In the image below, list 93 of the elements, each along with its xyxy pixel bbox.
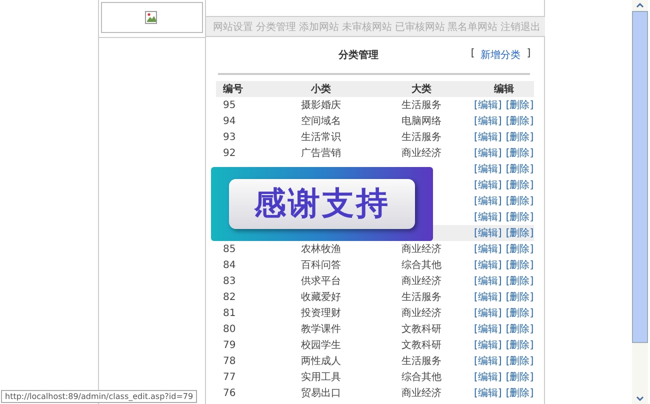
table-cell-text: 80 [222,324,237,334]
edit-link[interactable]: [编辑] [474,338,502,352]
edit-link[interactable]: [编辑] [474,370,502,384]
table-cell-text: 93 [222,132,237,142]
delete-link[interactable]: [删除] [506,274,534,288]
table-cell-text: 79 [222,340,237,350]
scroll-up-icon[interactable] [636,3,644,8]
edit-link[interactable]: [编辑] [474,226,502,240]
table-cell-text: 文教科研 [400,338,442,352]
table-cell-text: 广告营销 [300,146,342,160]
table-cell-text: 空间域名 [300,114,342,128]
edit-link[interactable]: [编辑] [474,146,502,160]
table-cell-text: 生活服务 [400,98,442,112]
edit-link[interactable]: [编辑] [474,130,502,144]
delete-link[interactable]: [删除] [506,370,534,384]
table-cell-text: 电脑网络 [400,114,442,128]
delete-link[interactable]: [删除] [506,242,534,256]
table-cell-text: 综合其他 [400,258,442,272]
table-cell-text: 两性成人 [300,354,342,368]
table-cell-text: 供求平台 [300,274,342,288]
table-cell-text: 94 [222,116,237,126]
edit-link[interactable]: [编辑] [474,258,502,272]
table-cell-text: 92 [222,148,237,158]
table-cell-text: 文教科研 [400,322,442,336]
table-cell-text: 百科问答 [300,258,342,272]
banner-text: 感谢支持 [229,179,415,229]
table-cell-text: 商业经济 [400,274,442,288]
edit-link[interactable]: [编辑] [474,322,502,336]
edit-link[interactable]: [编辑] [474,274,502,288]
delete-link[interactable]: [删除] [506,322,534,336]
table-cell-text: 81 [222,308,237,318]
edit-link[interactable]: [编辑] [474,290,502,304]
edit-link[interactable]: [编辑] [474,162,502,176]
table-cell-text: 商业经济 [400,386,442,400]
table-cell-text: 校园学生 [300,338,342,352]
delete-link[interactable]: [删除] [506,290,534,304]
table-cell-text: 教学课件 [300,323,342,336]
column-header: 小类 [310,82,332,96]
edit-link[interactable]: [编辑] [474,194,502,208]
table-cell-text: 生活服务 [400,290,442,304]
delete-link[interactable]: [删除] [506,114,534,128]
delete-link[interactable]: [删除] [506,386,534,400]
delete-link[interactable]: [删除] [506,210,534,224]
table-cell-text: 实用工具 [300,370,342,384]
delete-link[interactable]: [删除] [506,194,534,208]
table-cell-text: 农林牧渔 [300,242,342,256]
page-title: 分类管理 [337,48,380,62]
edit-link[interactable]: [编辑] [474,98,502,112]
delete-link[interactable]: [删除] [506,306,534,320]
delete-link[interactable]: [删除] [506,162,534,176]
table-cell-text: 商业经济 [400,146,442,160]
scroll-down-icon[interactable] [636,396,644,401]
column-header: 编辑 [492,82,515,96]
status-url: http://localhost:89/admin/class_edit.asp?id=79 [1,390,198,403]
edit-link[interactable]: [编辑] [474,306,502,320]
table-cell-text: 82 [222,292,237,302]
table-cell-text: 生活服务 [400,130,442,144]
table-cell-text: 投资理财 [300,306,342,320]
delete-link[interactable]: [删除] [506,226,534,240]
edit-link[interactable]: [编辑] [474,210,502,224]
edit-link[interactable]: [编辑] [474,242,502,256]
delete-link[interactable]: [删除] [506,130,534,144]
edit-link[interactable]: [编辑] [474,114,502,128]
delete-link[interactable]: [删除] [506,98,534,112]
edit-link[interactable]: [编辑] [474,386,502,400]
delete-link[interactable]: [删除] [506,178,534,192]
table-cell-text: 商业经济 [400,242,442,256]
table-cell-text: 83 [222,276,237,286]
table-cell-text: 78 [222,356,237,366]
table-cell-text: 85 [222,244,237,254]
add-category-link[interactable]: [ 新增分类 ] [470,48,531,62]
table-cell-text: 生活服务 [400,354,442,368]
table-cell-text: 84 [222,260,237,270]
table-cell-text: 贸易出口 [300,386,342,400]
table-cell-text: 95 [222,100,237,110]
edit-link[interactable]: [编辑] [474,354,502,368]
delete-link[interactable]: [删除] [506,146,534,160]
table-cell-text: 综合其他 [400,370,442,384]
broken-image-icon [145,10,159,24]
delete-link[interactable]: [删除] [506,354,534,368]
table-cell-text: 商业经济 [400,306,442,320]
delete-link[interactable]: [删除] [506,258,534,272]
column-header: 大类 [410,82,432,96]
edit-link[interactable]: [编辑] [474,178,502,192]
table-cell-text: 76 [222,388,237,398]
table-cell-text: 77 [222,372,237,382]
table-cell-text: 摄影婚庆 [300,98,342,112]
scroll-thumb[interactable] [632,11,648,343]
table-cell-text: 生活常识 [300,130,342,144]
delete-link[interactable]: [删除] [506,338,534,352]
column-header: 编号 [222,82,244,96]
table-cell-text: 收藏爱好 [300,290,342,304]
scrollbar[interactable] [632,0,648,404]
